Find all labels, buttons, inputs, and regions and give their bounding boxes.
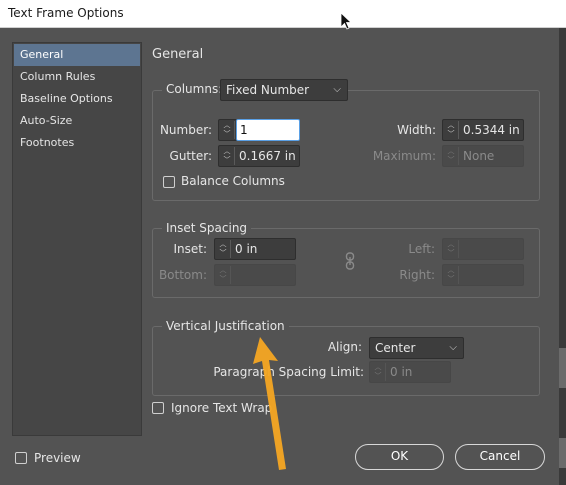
gutter-input[interactable]: 0.1667 in (239, 149, 296, 163)
ignore-text-wrap-checkbox[interactable] (152, 402, 164, 414)
annotation-arrow-icon (253, 337, 286, 470)
bottom-stepper: ︿ ﹀ (214, 264, 296, 286)
sidebar-item-baseline-options[interactable]: Baseline Options (14, 88, 140, 110)
title-bar: Text Frame Options (0, 0, 566, 28)
vertical-justification-title: Vertical Justification (162, 319, 289, 333)
left-stepper: ︿ ﹀ (442, 238, 524, 260)
sidebar-item-general[interactable]: General (14, 44, 140, 66)
sidebar-item-footnotes[interactable]: Footnotes (14, 132, 140, 154)
stepper-arrows-icon: ︿ ﹀ (371, 363, 386, 381)
align-value: Center (375, 341, 416, 355)
width-stepper[interactable]: ︿ ﹀ 0.5344 in (442, 119, 524, 141)
columns-label: Columns: (162, 82, 227, 96)
sidebar-item-column-rules[interactable]: Column Rules (14, 66, 140, 88)
stepper-arrows-icon: ︿ ﹀ (444, 240, 459, 258)
cancel-button[interactable]: Cancel (455, 444, 545, 470)
stepper-arrows-icon: ︿ ﹀ (216, 266, 231, 284)
inset-stepper[interactable]: ︿ ﹀ 0 in (214, 238, 296, 260)
left-label: Left: (408, 242, 435, 256)
stepper-arrows-icon: ︿ ﹀ (444, 266, 459, 284)
gutter-stepper[interactable]: ︿ ﹀ 0.1667 in (218, 145, 300, 167)
paragraph-spacing-limit-stepper: ︿ ﹀ 0 in (369, 361, 451, 383)
maximum-label: Maximum: (372, 149, 436, 163)
paragraph-spacing-limit-input: 0 in (390, 365, 413, 379)
right-label: Right: (399, 268, 435, 282)
preview-checkbox[interactable] (15, 452, 27, 464)
number-stepper[interactable]: ︿ ﹀ 1 (218, 119, 300, 141)
stepper-arrows-icon[interactable]: ︿ ﹀ (220, 121, 235, 139)
width-input[interactable]: 0.5344 in (463, 123, 520, 137)
page-title: General (152, 47, 204, 62)
stepper-arrows-icon[interactable]: ︿ ﹀ (216, 240, 231, 258)
balance-columns-label[interactable]: Balance Columns (181, 174, 285, 188)
inset-spacing-title: Inset Spacing (162, 221, 252, 235)
stepper-arrows-icon[interactable]: ︿ ﹀ (220, 147, 235, 165)
sidebar-item-auto-size[interactable]: Auto-Size (14, 110, 140, 132)
number-label: Number: (159, 123, 212, 137)
bottom-label: Bottom: (158, 268, 207, 282)
columns-type-select[interactable]: Fixed Number ⌵ (220, 79, 348, 101)
maximum-input: None (463, 149, 495, 163)
vertical-justification-group (152, 326, 540, 396)
balance-columns-checkbox[interactable] (163, 176, 175, 188)
stepper-arrows-icon: ︿ ﹀ (444, 147, 459, 165)
width-label: Width: (397, 123, 436, 137)
chevron-down-icon: ⌵ (333, 84, 341, 95)
mouse-cursor-icon (340, 12, 353, 30)
window-title: Text Frame Options (8, 6, 124, 20)
align-select[interactable]: Center ⌵ (369, 337, 464, 359)
maximum-stepper: ︿ ﹀ None (442, 145, 524, 167)
gutter-label: Gutter: (169, 149, 212, 163)
preview-label[interactable]: Preview (34, 451, 81, 465)
number-input[interactable]: 1 (240, 123, 248, 137)
background-window-edge (559, 28, 566, 485)
inset-input[interactable]: 0 in (235, 242, 257, 256)
ok-button[interactable]: OK (355, 444, 444, 470)
columns-type-value: Fixed Number (226, 83, 310, 97)
align-label: Align: (327, 340, 362, 354)
chain-link-icon[interactable] (345, 252, 355, 274)
right-stepper: ︿ ﹀ (442, 264, 524, 286)
sidebar: General Column Rules Baseline Options Au… (12, 42, 142, 436)
inset-label: Inset: (173, 242, 207, 256)
chevron-down-icon: ⌵ (449, 342, 457, 353)
stepper-arrows-icon[interactable]: ︿ ﹀ (444, 121, 459, 139)
